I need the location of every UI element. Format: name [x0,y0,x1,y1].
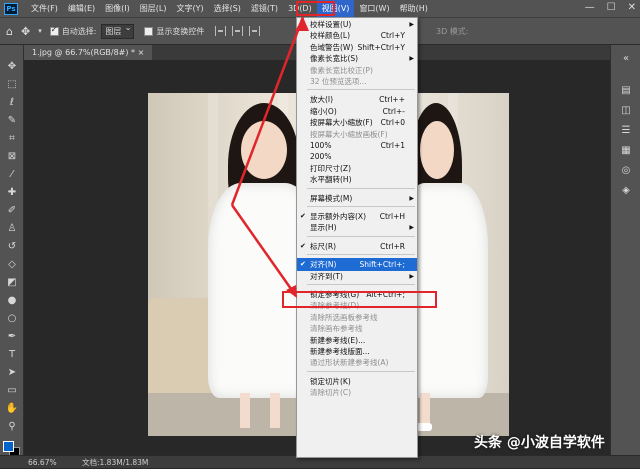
watermark-text: 头条 @小波自学软件 [474,435,605,451]
annotation-arrows [230,16,309,298]
foreground-color-swatch[interactable] [3,441,14,452]
